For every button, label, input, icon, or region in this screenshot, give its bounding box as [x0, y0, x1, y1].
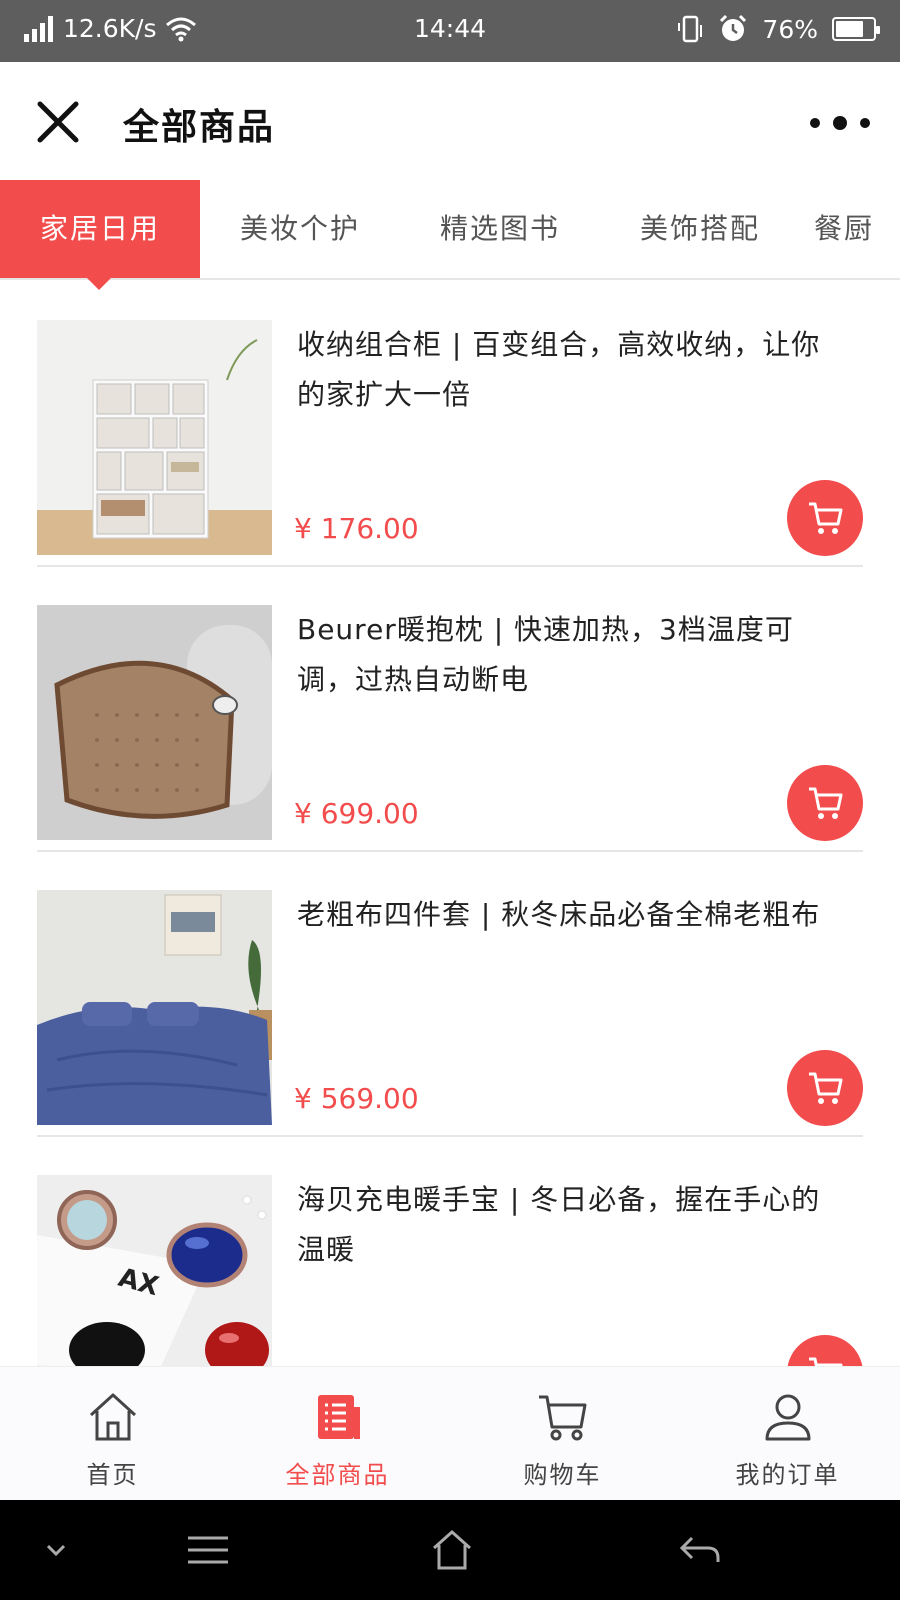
nav-label: 首页	[86, 1461, 139, 1489]
product-image[interactable]	[37, 605, 272, 840]
user-icon	[765, 1394, 811, 1441]
nav-label: 全部商品	[285, 1461, 390, 1489]
back-icon[interactable]	[678, 1528, 722, 1572]
product-item[interactable]: 老粗布四件套 | 秋冬床品必备全棉老粗布 ¥ 569.00	[37, 850, 863, 1135]
category-tabs: 家居日用 美妆个护 精选图书 美饰搭配 餐厨	[0, 180, 900, 280]
add-to-cart-button[interactable]	[787, 765, 863, 841]
product-name[interactable]: Beurer暖抱枕 | 快速加热，3档温度可调，过热自动断电	[297, 605, 847, 705]
cart-icon	[539, 1395, 587, 1441]
add-to-cart-button[interactable]	[787, 480, 863, 556]
battery-percent: 76%	[762, 14, 818, 44]
close-button[interactable]	[34, 98, 82, 146]
nav-item-cart[interactable]: 购物车	[450, 1367, 675, 1501]
menu-icon[interactable]	[186, 1528, 230, 1572]
product-name[interactable]: 老粗布四件套 | 秋冬床品必备全棉老粗布	[297, 890, 847, 940]
nav-item-all-products[interactable]: 全部商品	[225, 1367, 450, 1501]
bottom-nav: 首页 全部商品 购物车 我的订单	[0, 1366, 900, 1500]
nav-item-my-orders[interactable]: 我的订单	[675, 1367, 900, 1501]
tab-beauty-care[interactable]: 美妆个护	[200, 180, 400, 278]
product-image[interactable]	[37, 890, 272, 1125]
product-price: ¥ 176.00	[294, 512, 419, 545]
vibrate-icon	[678, 15, 703, 43]
product-list: 收纳组合柜 | 百变组合，高效收纳，让你的家扩大一倍 ¥ 176.00 Beur…	[0, 280, 900, 1366]
battery-icon	[832, 17, 880, 41]
tab-kitchen[interactable]: 餐厨	[814, 180, 900, 278]
cart-icon	[809, 787, 843, 819]
cart-icon	[809, 1072, 843, 1104]
product-image[interactable]	[37, 320, 272, 555]
more-button[interactable]	[810, 108, 870, 138]
system-nav	[0, 1500, 900, 1600]
product-price: ¥ 569.00	[294, 1082, 419, 1115]
product-image[interactable]: AX	[37, 1175, 272, 1366]
close-icon	[37, 101, 79, 143]
cart-icon	[809, 1357, 843, 1366]
add-to-cart-button[interactable]	[787, 1335, 863, 1366]
nav-label: 购物车	[523, 1461, 602, 1489]
more-icon	[810, 118, 820, 128]
tab-home-daily[interactable]: 家居日用	[0, 180, 200, 278]
add-to-cart-button[interactable]	[787, 1050, 863, 1126]
product-item[interactable]: 收纳组合柜 | 百变组合，高效收纳，让你的家扩大一倍 ¥ 176.00	[37, 280, 863, 565]
page-title: 全部商品	[123, 107, 276, 148]
page-header: 全部商品	[0, 62, 900, 180]
status-bar: 12.6K/s 14:44 76%	[0, 0, 900, 62]
tab-accessories[interactable]: 美饰搭配	[600, 180, 800, 278]
product-price: ¥ 699.00	[294, 797, 419, 830]
alarm-icon	[720, 14, 747, 41]
product-name[interactable]: 收纳组合柜 | 百变组合，高效收纳，让你的家扩大一倍	[297, 320, 847, 420]
nav-item-home[interactable]: 首页	[0, 1367, 225, 1501]
product-item[interactable]: Beurer暖抱枕 | 快速加热，3档温度可调，过热自动断电 ¥ 699.00	[37, 565, 863, 850]
chevron-down-icon[interactable]	[34, 1528, 78, 1572]
cart-icon	[809, 502, 843, 534]
nav-label: 我的订单	[735, 1461, 840, 1489]
list-icon	[318, 1395, 360, 1439]
product-name[interactable]: 海贝充电暖手宝 | 冬日必备，握在手心的温暖	[297, 1175, 847, 1275]
home-icon[interactable]	[430, 1528, 474, 1572]
home-icon	[89, 1393, 137, 1441]
status-right: 76%	[676, 14, 880, 44]
product-item[interactable]: AX 海贝充电暖手宝 | 冬日必备，握在手心的温暖	[37, 1135, 863, 1366]
tab-books[interactable]: 精选图书	[400, 180, 600, 278]
